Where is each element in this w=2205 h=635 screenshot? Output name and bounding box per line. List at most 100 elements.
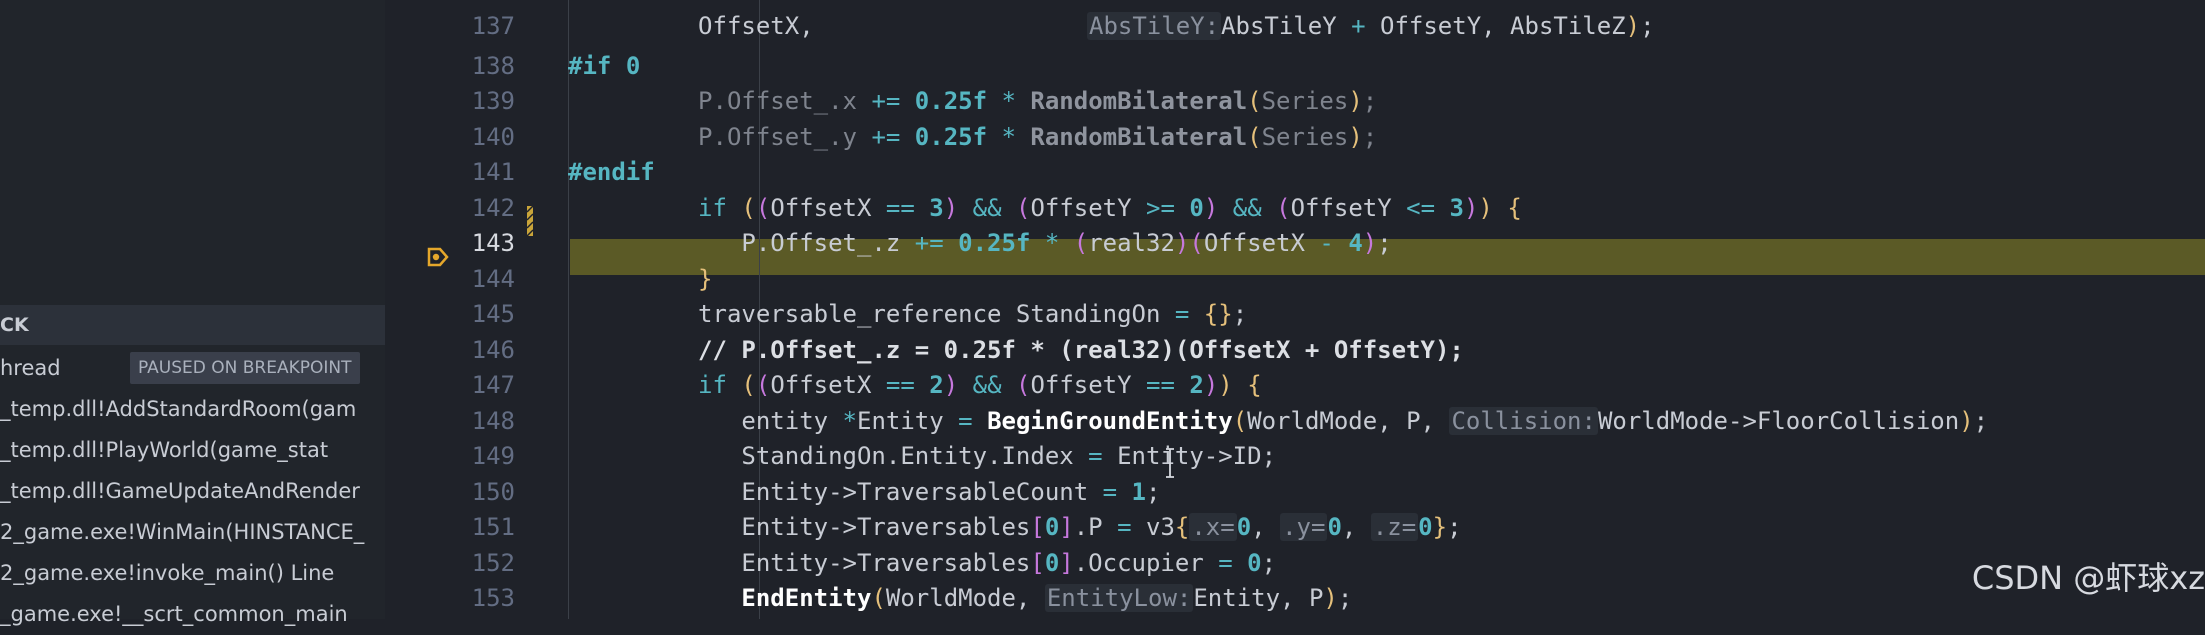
line-code: StandingOn.Entity.Index = Entity->ID; (741, 439, 1276, 475)
line-number[interactable]: 151 (415, 510, 515, 546)
code-token: ) (1463, 193, 1479, 222)
code-token: = (1088, 442, 1103, 470)
stack-frame[interactable]: _temp.dll!AddStandardRoom(gam (0, 389, 385, 430)
code-line[interactable]: 149 StandingOn.Entity.Index = Entity->ID; (385, 439, 2205, 475)
code-token: 2 (929, 371, 944, 399)
code-token: Entity (857, 406, 959, 435)
code-token: BeginGroundEntity (987, 406, 1233, 435)
code-line[interactable]: 148 entity *Entity = BeginGroundEntity(Wo… (385, 404, 2205, 440)
code-token: } (1432, 513, 1448, 541)
code-token: OffsetX (770, 371, 886, 399)
code-token: entity (741, 406, 843, 435)
code-line[interactable]: 144} (385, 262, 2205, 298)
code-token: ; (1232, 300, 1248, 328)
code-line[interactable]: 153 EndEntity(WorldMode, EntityLow:Entity… (385, 581, 2205, 617)
line-number[interactable]: 152 (415, 546, 515, 582)
code-token: {} (1203, 300, 1233, 328)
line-number[interactable]: 138 (415, 49, 515, 85)
code-token: , (1251, 513, 1281, 541)
code-token: += (871, 87, 901, 115)
code-token: ( (1015, 193, 1031, 222)
paused-status-badge: PAUSED ON BREAKPOINT (130, 352, 360, 384)
line-number[interactable]: 150 (415, 475, 515, 511)
code-token: ] (1059, 513, 1074, 541)
code-token: && (972, 371, 1002, 399)
code-token: WorldMode, (885, 584, 1045, 612)
line-code: P.Offset_.y += 0.25f * RandomBilateral(S… (698, 120, 1377, 156)
code-line[interactable]: 141 #endif (385, 155, 2205, 191)
breakpoint-arrow-icon[interactable] (427, 247, 449, 267)
line-number[interactable]: 149 (415, 439, 515, 475)
code-line[interactable]: 151 Entity->Traversables[0].P = v3{.x=0, … (385, 510, 2205, 546)
code-token: ( (1073, 229, 1089, 257)
code-token: { (1247, 371, 1262, 399)
code-token: Entity->Traversables (741, 513, 1031, 541)
call-stack-header[interactable]: CK (0, 305, 385, 345)
line-number[interactable]: 139 (415, 84, 515, 120)
code-token: .x= (1189, 513, 1237, 541)
code-token: ( (755, 371, 771, 399)
stack-frame[interactable]: _temp.dll!PlayWorld(game_stat (0, 430, 385, 471)
stack-frame[interactable]: 2_game.exe!WinMain(HINSTANCE_ (0, 512, 385, 553)
line-number[interactable]: 137 (415, 9, 515, 45)
line-number[interactable]: 148 (415, 404, 515, 440)
code-token: 0 (1236, 513, 1252, 541)
code-line[interactable]: 142 if ((OffsetX == 3) && (OffsetY >= 0) … (385, 191, 2205, 227)
code-token: ( (1015, 371, 1031, 399)
code-token: = (958, 406, 973, 435)
code-line[interactable]: 145 traversable_reference StandingOn = {}… (385, 297, 2205, 333)
code-token: 0.25f (958, 229, 1031, 257)
line-number[interactable]: 147 (415, 368, 515, 404)
line-number[interactable]: 153 (415, 581, 515, 617)
code-line[interactable]: 152 Entity->Traversables[0].Occupier = 0; (385, 546, 2205, 582)
modified-line-marker-icon (527, 206, 533, 236)
code-token: && (1232, 193, 1262, 222)
line-number[interactable]: 142 (415, 191, 515, 227)
code-token: ; (1362, 87, 1378, 115)
code-token: .P (1073, 513, 1118, 541)
code-token: ( (1247, 122, 1262, 151)
code-token: } (698, 264, 713, 293)
code-line[interactable]: 139 P.Offset_.x += 0.25f * RandomBilatera… (385, 84, 2205, 120)
code-token: ( (1276, 193, 1291, 222)
line-code-continuation: AbsTileY:AbsTileY + OffsetY, AbsTileZ); (1087, 9, 1655, 45)
line-number[interactable]: 141 (415, 155, 515, 191)
code-token: == (885, 371, 915, 399)
thread-row[interactable]: hread PAUSED ON BREAKPOINT (0, 348, 385, 388)
code-line[interactable]: 150 Entity->TraversableCount = 1; (385, 475, 2205, 511)
code-line[interactable]: 147 if ((OffsetX == 2) && (OffsetY == 2))… (385, 368, 2205, 404)
code-token: AbsTileY: (1087, 12, 1222, 40)
code-token: AbsTileY (1221, 12, 1352, 40)
line-number[interactable]: 146 (415, 333, 515, 369)
code-token: real32 (1088, 229, 1175, 257)
line-number[interactable]: 145 (415, 297, 515, 333)
code-token: ( (1232, 406, 1248, 435)
stack-frame[interactable]: _temp.dll!GameUpdateAndRender (0, 471, 385, 512)
watermark: CSDN @虾球xz (1971, 559, 2205, 597)
code-line[interactable]: 137 OffsetX, AbsTileY:AbsTileY + OffsetY, … (385, 9, 2205, 45)
code-token: OffsetX, (698, 12, 814, 40)
code-line[interactable]: 146 // P.Offset_.z = 0.25f * (real32)(Off… (385, 333, 2205, 369)
line-code: #endif (568, 155, 655, 191)
line-code: Entity->Traversables[0].P = v3{.x=0, .y=… (741, 510, 1462, 546)
stack-frame[interactable]: _game.exe!__scrt_common_main (0, 594, 385, 635)
code-token: [ (1030, 548, 1045, 577)
stack-frame[interactable]: 2_game.exe!invoke_main() Line (0, 553, 385, 594)
code-token: ) (1218, 371, 1233, 399)
code-line[interactable]: 140 P.Offset_.y += 0.25f * RandomBilatera… (385, 120, 2205, 156)
line-number[interactable]: 140 (415, 120, 515, 156)
code-token: WorldMode, P, (1247, 406, 1450, 435)
code-token: ; (1447, 513, 1462, 541)
code-line[interactable]: 143 P.Offset_.z += 0.25f * (real32)(Offse… (385, 226, 2205, 262)
code-editor[interactable]: 137 OffsetX, AbsTileY:AbsTileY + OffsetY, … (385, 0, 2205, 619)
code-line[interactable]: 138 #if 0 (385, 49, 2205, 85)
